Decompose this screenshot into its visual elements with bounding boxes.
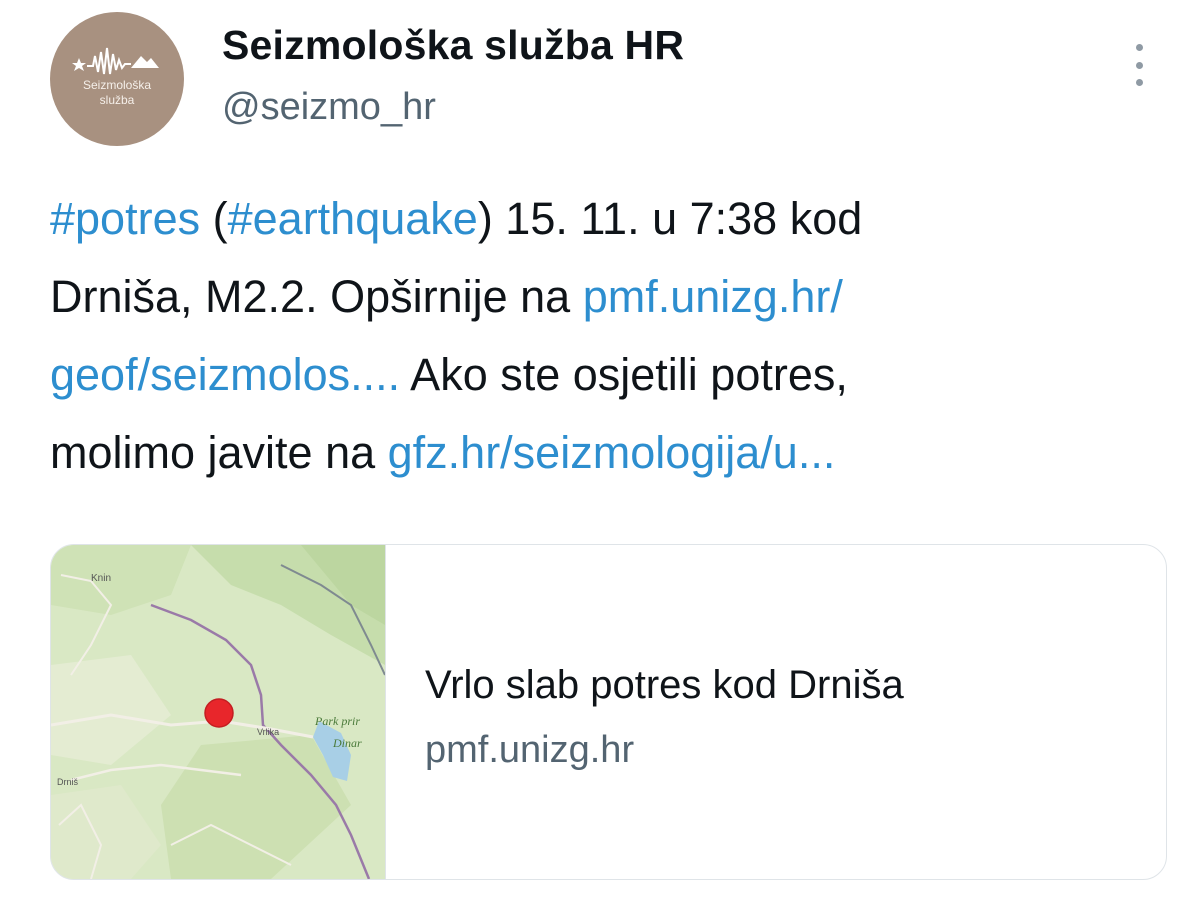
tweet-line-4: molimo javite na gfz.hr/seizmologija/u..… [50,414,1175,492]
map-label-park-line1: Park prir [314,714,360,728]
more-dot [1135,79,1143,86]
open-paren: ( [200,193,228,244]
account-handle[interactable]: @seizmo_hr [222,86,436,129]
hashtag-earthquake-link[interactable]: #earthquake [228,193,478,244]
link-preview-card[interactable]: Knin Vrlika Park prir Dinar Drniš Vrlo s… [50,544,1167,880]
tweet-text-segment: molimo javite na [50,427,388,478]
avatar[interactable]: Seizmološka služba [50,12,184,146]
card-title: Vrlo slab potres kod Drniša [425,663,904,707]
more-dot [1135,44,1143,51]
map-label-vrlika: Vrlika [257,727,279,737]
map-graphic: Knin Vrlika Park prir Dinar Drniš [51,545,386,879]
map-label-knin: Knin [91,573,111,584]
epicenter-marker [204,698,234,728]
card-map-image: Knin Vrlika Park prir Dinar Drniš [51,545,386,879]
tweet-line-3: geof/seizmolos.... Ako ste osjetili potr… [50,336,1175,414]
tweet-line-1: #potres (#earthquake) 15. 11. u 7:38 kod [50,180,1175,258]
map-label-drnis: Drniš [57,777,79,787]
avatar-text-line1: Seizmološka [82,78,152,92]
pmf-link-continued[interactable]: geof/seizmolos.... [50,349,400,400]
hashtag-potres-link[interactable]: #potres [50,193,200,244]
account-display-name[interactable]: Seizmološka služba HR [222,22,684,69]
card-domain: pmf.unizg.hr [425,729,635,771]
more-dot [1135,61,1143,69]
gfz-link[interactable]: gfz.hr/seizmologija/u... [388,427,836,478]
seismograph-logo-icon [72,47,159,75]
map-label-park-line2: Dinar [332,736,362,750]
more-vertical-icon[interactable] [1126,44,1152,86]
tweet-text-segment: ) 15. 11. u 7:38 kod [477,193,863,244]
tweet-line-2: Drniša, M2.2. Opširnije na pmf.unizg.hr/ [50,258,1175,336]
avatar-text-line2: služba [99,93,135,107]
tweet-text: #potres (#earthquake) 15. 11. u 7:38 kod… [50,180,1175,492]
pmf-link[interactable]: pmf.unizg.hr/ [583,271,843,322]
tweet-text-segment: Drniša, M2.2. Opširnije na [50,271,583,322]
tweet-text-segment: Ako ste osjetili potres, [400,349,848,400]
